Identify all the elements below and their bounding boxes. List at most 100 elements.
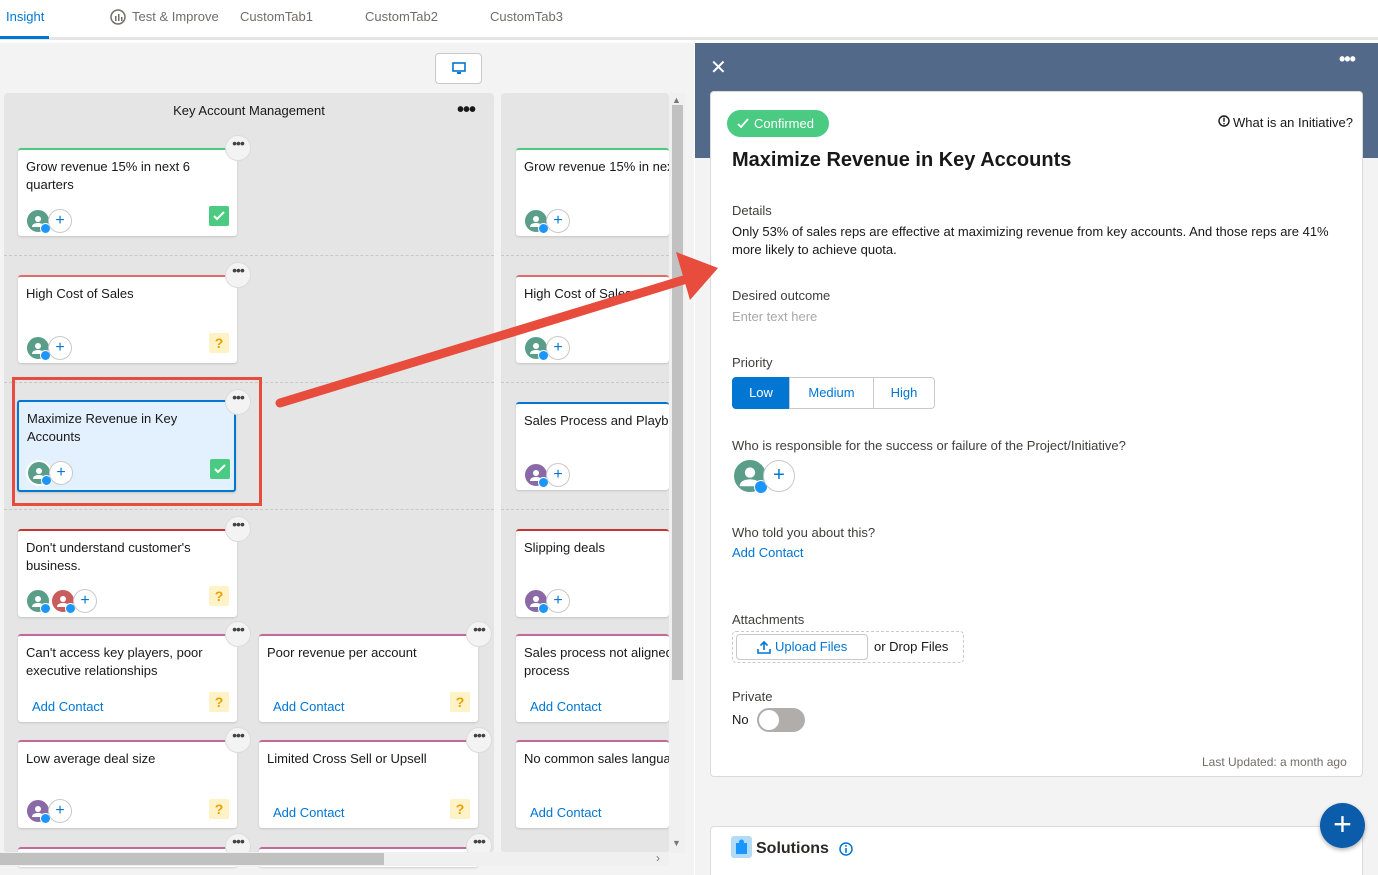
tab-insight[interactable]: Insight xyxy=(6,9,44,24)
tab-customtab1[interactable]: CustomTab1 xyxy=(240,9,313,24)
priority-low-button[interactable]: Low xyxy=(732,377,790,409)
close-icon[interactable]: ✕ xyxy=(710,55,727,80)
card-title: Slipping deals xyxy=(524,540,605,555)
puzzle-icon xyxy=(731,836,752,858)
add-contact-link[interactable]: Add Contact xyxy=(273,805,345,820)
add-owner-button[interactable]: + xyxy=(73,589,97,613)
card-title: Poor revenue per account xyxy=(267,645,417,660)
card-low-average-deal-size[interactable]: Low average deal size + ? xyxy=(18,740,237,828)
question-icon: ? xyxy=(450,692,470,712)
card-menu-icon[interactable]: ••• xyxy=(225,516,251,542)
add-owner-button[interactable]: + xyxy=(546,209,570,233)
card-menu-icon[interactable]: ••• xyxy=(466,621,492,647)
add-owner-button[interactable]: + xyxy=(546,336,570,360)
card-menu-icon[interactable]: ••• xyxy=(466,727,492,753)
info-icon[interactable] xyxy=(839,842,853,859)
vertical-scroll-thumb[interactable] xyxy=(672,105,683,680)
add-owner-button[interactable]: + xyxy=(763,460,795,492)
avatar xyxy=(25,588,51,614)
card-col2-high-cost[interactable]: High Cost of Sales + xyxy=(516,275,669,363)
question-icon: ? xyxy=(209,692,229,712)
card-high-cost-of-sales[interactable]: High Cost of Sales + ? xyxy=(18,275,237,363)
card-menu-icon[interactable]: ••• xyxy=(225,727,251,753)
monitor-icon xyxy=(452,62,466,74)
private-toggle[interactable] xyxy=(757,708,805,732)
add-owner-button[interactable]: + xyxy=(48,799,72,823)
private-value: No xyxy=(732,712,749,727)
desired-outcome-input[interactable]: Enter text here xyxy=(732,309,817,324)
card-grow-revenue[interactable]: Grow revenue 15% in next 6 quarters + xyxy=(18,148,237,236)
card-title: High Cost of Sales xyxy=(26,286,134,301)
card-title: Limited Cross Sell or Upsell xyxy=(267,751,427,766)
status-badge[interactable]: Confirmed xyxy=(727,110,829,137)
more-options-icon[interactable]: ••• xyxy=(1339,49,1356,70)
card-col2-sales-process-not-aligned[interactable]: Sales process not aligned t process Add … xyxy=(516,634,669,722)
question-icon: ? xyxy=(209,333,229,353)
upload-icon xyxy=(757,641,771,654)
scroll-right-arrow-icon[interactable]: › xyxy=(656,851,660,865)
upload-files-button[interactable]: Upload Files xyxy=(736,634,868,660)
presentation-button[interactable] xyxy=(435,53,482,84)
tab-customtab3[interactable]: CustomTab3 xyxy=(490,9,563,24)
chart-icon xyxy=(110,9,126,28)
card-title: Don't understand customer's business. xyxy=(26,540,191,573)
priority-medium-button[interactable]: Medium xyxy=(789,377,874,409)
card-title: Low average deal size xyxy=(26,751,156,766)
card-col2-slipping-deals[interactable]: Slipping deals + xyxy=(516,529,669,617)
annotation-highlight-box xyxy=(12,377,262,506)
card-limited-cross-sell[interactable]: Limited Cross Sell or Upsell Add Contact… xyxy=(259,740,478,828)
tab-bar: Insight Test & Improve CustomTab1 Custom… xyxy=(0,0,1378,40)
check-icon xyxy=(737,118,749,129)
priority-label: Priority xyxy=(732,355,773,370)
card-title: Sales process not aligned t process xyxy=(524,645,669,678)
card-title: No common sales languag xyxy=(524,751,669,766)
info-icon xyxy=(1218,115,1230,130)
scroll-down-arrow-icon[interactable]: ▼ xyxy=(672,838,681,848)
add-owner-button[interactable]: + xyxy=(48,336,72,360)
card-cant-access-key-players[interactable]: Can't access key players, poor executive… xyxy=(18,634,237,722)
add-contact-link[interactable]: Add Contact xyxy=(273,699,345,714)
scroll-up-arrow-icon[interactable]: ▲ xyxy=(672,95,681,105)
told-label: Who told you about this? xyxy=(732,525,876,540)
card-menu-icon[interactable]: ••• xyxy=(225,621,251,647)
horizontal-scroll-thumb[interactable] xyxy=(0,853,384,865)
add-owner-button[interactable]: + xyxy=(546,589,570,613)
add-contact-link[interactable]: Add Contact xyxy=(732,545,804,560)
add-owner-button[interactable]: + xyxy=(546,463,570,487)
add-contact-link[interactable]: Add Contact xyxy=(530,699,602,714)
card-menu-icon[interactable]: ••• xyxy=(225,262,251,288)
details-text[interactable]: Only 53% of sales reps are effective at … xyxy=(732,223,1342,259)
card-title: Grow revenue 15% in next 6 quarters xyxy=(26,159,191,192)
card-title: Can't access key players, poor executive… xyxy=(26,645,203,678)
row-divider xyxy=(501,509,669,510)
check-icon xyxy=(209,206,229,226)
row-divider xyxy=(501,255,669,256)
question-icon: ? xyxy=(450,799,470,819)
drop-files-label: or Drop Files xyxy=(874,639,949,654)
card-col2-no-common-language[interactable]: No common sales languag Add Contact xyxy=(516,740,669,828)
what-is-initiative-link[interactable]: What is an Initiative? xyxy=(1233,115,1353,130)
solutions-section: Solutions xyxy=(710,826,1363,875)
attachments-label: Attachments xyxy=(732,612,805,627)
card-menu-icon[interactable]: ••• xyxy=(225,135,251,161)
card-col2-grow-revenue[interactable]: Grow revenue 15% in nex quarters + xyxy=(516,148,669,236)
card-title: High Cost of Sales xyxy=(524,286,632,301)
active-tab-indicator xyxy=(0,36,49,39)
add-contact-link[interactable]: Add Contact xyxy=(530,805,602,820)
card-poor-revenue-per-account[interactable]: Poor revenue per account Add Contact ? xyxy=(259,634,478,722)
card-col2-sales-process-playbook[interactable]: Sales Process and Playboo + xyxy=(516,402,669,490)
initiative-title: Maximize Revenue in Key Accounts xyxy=(732,149,1072,171)
add-contact-link[interactable]: Add Contact xyxy=(32,699,104,714)
row-divider xyxy=(4,255,494,256)
tab-test-improve[interactable]: Test & Improve xyxy=(132,9,219,24)
card-dont-understand-business[interactable]: Don't understand customer's business. + … xyxy=(18,529,237,617)
file-drop-zone[interactable]: Upload Files or Drop Files xyxy=(732,631,964,663)
row-divider xyxy=(501,382,669,383)
priority-high-button[interactable]: High xyxy=(873,377,935,409)
column-menu-icon[interactable]: ••• xyxy=(457,99,476,122)
add-owner-button[interactable]: + xyxy=(48,209,72,233)
add-button[interactable]: + xyxy=(1320,803,1365,848)
solutions-title: Solutions xyxy=(756,840,829,857)
tab-customtab2[interactable]: CustomTab2 xyxy=(365,9,438,24)
question-icon: ? xyxy=(209,799,229,819)
